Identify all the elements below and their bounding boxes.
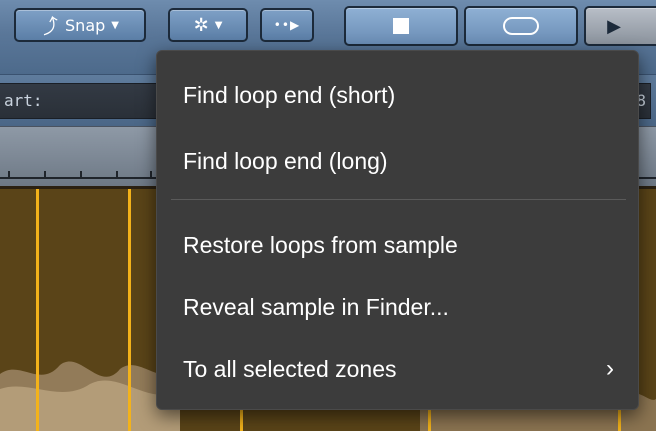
menu-item-label: To all selected zones xyxy=(183,355,397,382)
play-button[interactable]: ▶ xyxy=(584,6,656,46)
ruler-tick xyxy=(44,171,46,179)
gear-icon: ✲ xyxy=(193,14,209,36)
ruler-tick xyxy=(150,171,152,179)
snap-button[interactable]: ⤴ Snap ▼ xyxy=(14,8,146,42)
menu-item-restore-loops[interactable]: Restore loops from sample xyxy=(157,223,638,267)
snap-label: Snap xyxy=(65,15,106,35)
dots-arrow-button[interactable]: ••▶ xyxy=(260,8,314,42)
loop-marker[interactable] xyxy=(128,189,131,431)
loop-button[interactable] xyxy=(464,6,578,46)
menu-item-to-all-selected-zones[interactable]: To all selected zones › xyxy=(157,347,638,391)
chevron-right-icon: › xyxy=(606,355,614,382)
menu-separator xyxy=(171,199,626,200)
stop-icon xyxy=(393,18,409,34)
snap-curve-icon: ⤴ xyxy=(38,13,62,39)
settings-button[interactable]: ✲ ▼ xyxy=(168,8,248,42)
play-icon: ▶ xyxy=(607,15,621,37)
chevron-down-icon: ▼ xyxy=(111,19,119,31)
menu-item-label: Find loop end (short) xyxy=(183,81,396,108)
ruler-tick xyxy=(80,171,82,179)
loop-start-label: art: xyxy=(4,91,43,110)
menu-item-label: Find loop end (long) xyxy=(183,147,388,174)
menu-item-find-loop-end-short[interactable]: Find loop end (short) xyxy=(157,73,638,117)
menu-item-find-loop-end-long[interactable]: Find loop end (long) xyxy=(157,139,638,183)
stop-button[interactable] xyxy=(344,6,458,46)
menu-item-label: Restore loops from sample xyxy=(183,231,458,258)
dots-arrow-icon: ••▶ xyxy=(273,18,301,32)
ruler-tick xyxy=(116,171,118,179)
loop-marker[interactable] xyxy=(36,189,39,431)
ruler-tick xyxy=(8,171,10,179)
chevron-down-icon: ▼ xyxy=(214,19,223,31)
menu-item-label: Reveal sample in Finder... xyxy=(183,293,449,320)
loop-icon xyxy=(503,17,539,35)
menu-item-reveal-in-finder[interactable]: Reveal sample in Finder... xyxy=(157,285,638,329)
context-menu: Find loop end (short) Find loop end (lon… xyxy=(156,50,639,410)
